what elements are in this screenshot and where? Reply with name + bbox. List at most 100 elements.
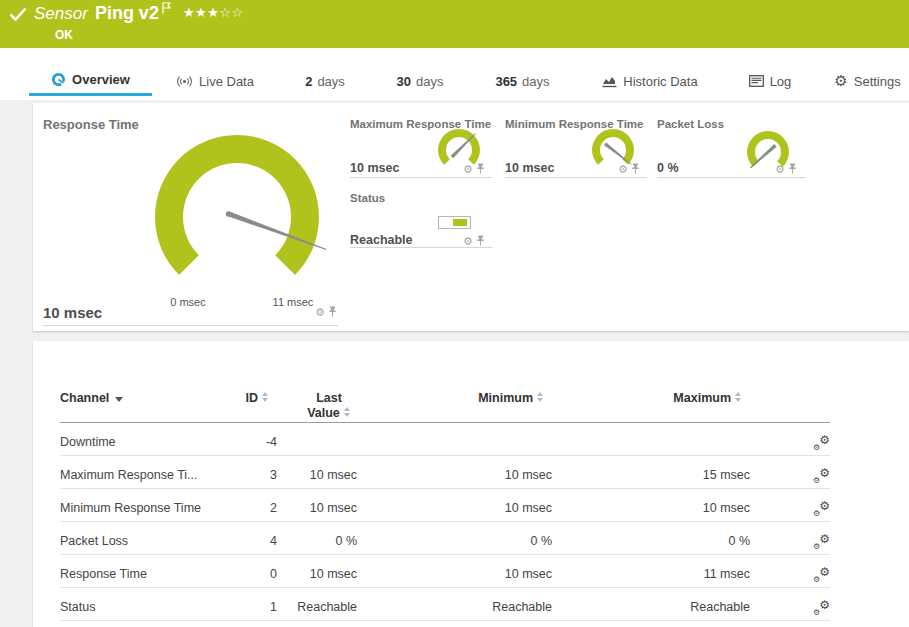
flag-icon[interactable]	[162, 0, 171, 18]
cell: Maximum Response Ti...	[60, 455, 230, 488]
gauge-scale-min: 0 msec	[153, 296, 223, 308]
pin-icon[interactable]	[631, 163, 640, 175]
sort-icon	[537, 392, 544, 402]
table-row[interactable]: Status1ReachableReachableReachable⚙⚙	[60, 587, 830, 620]
caret-down-icon	[115, 397, 123, 402]
tab-live-data[interactable]: Live Data	[160, 66, 270, 96]
channel-settings-button[interactable]: ⚙⚙	[750, 422, 830, 455]
gauges-panel: Response Time 0 msec 11 msec 10 msec ⚙ M…	[33, 103, 909, 331]
gauge-actions: ⚙	[463, 235, 485, 247]
gear-icon[interactable]: ⚙	[463, 164, 473, 175]
cell: 0	[230, 554, 277, 587]
gear-icon[interactable]: ⚙	[618, 164, 628, 175]
cell: 10 msec	[552, 488, 750, 521]
channel-settings-button[interactable]: ⚙⚙	[750, 521, 830, 554]
cell: -4	[230, 422, 277, 455]
channel-settings-button[interactable]: ⚙⚙	[750, 587, 830, 620]
channel-settings-button[interactable]: ⚙⚙	[750, 455, 830, 488]
table-row[interactable]: Packet Loss40 %0 %0 %⚙⚙	[60, 521, 830, 554]
pin-icon[interactable]	[476, 235, 485, 247]
gears-icon: ⚙⚙	[813, 501, 830, 518]
col-header-maximum[interactable]: Maximum	[552, 387, 750, 422]
channels-table: Channel ID Last Value Minimum Maximum Do…	[60, 387, 830, 621]
cell: Status	[60, 587, 230, 620]
tab-historic-data[interactable]: Historic Data	[585, 66, 715, 96]
cell: 0 %	[357, 521, 552, 554]
gauge-title-response-time: Response Time	[43, 117, 139, 132]
gear-icon[interactable]: ⚙	[775, 164, 785, 175]
cell: 10 msec	[277, 455, 357, 488]
channel-settings-button[interactable]: ⚙⚙	[750, 488, 830, 521]
tab-30-days[interactable]: 30days	[375, 66, 465, 96]
cell: 0 %	[552, 521, 750, 554]
pin-icon[interactable]	[788, 163, 797, 175]
pin-icon[interactable]	[476, 163, 485, 175]
cell: 4	[230, 521, 277, 554]
cell: Packet Loss	[60, 521, 230, 554]
cell: Reachable	[552, 587, 750, 620]
cell: 10 msec	[357, 488, 552, 521]
gears-icon: ⚙⚙	[813, 435, 830, 452]
table-row[interactable]: Maximum Response Ti...310 msec10 msec15 …	[60, 455, 830, 488]
col-header-minimum[interactable]: Minimum	[357, 387, 552, 422]
gauge-actions: ⚙	[775, 163, 797, 175]
tab-bar: Overview Live Data 2days 30days 365days …	[0, 48, 909, 100]
cell: 10 msec	[357, 455, 552, 488]
gear-icon[interactable]: ⚙	[315, 307, 325, 318]
cell: Reachable	[277, 587, 357, 620]
channel-settings-button[interactable]: ⚙⚙	[750, 554, 830, 587]
sensor-header: Sensor Ping v2 ★★★☆☆ OK	[0, 0, 909, 48]
cell: 10 msec	[277, 488, 357, 521]
ok-check-icon	[9, 7, 27, 25]
cell: 10 msec	[277, 554, 357, 587]
sort-icon	[344, 407, 351, 417]
cell: Response Time	[60, 554, 230, 587]
sort-icon	[262, 392, 269, 402]
cell: 10 msec	[357, 554, 552, 587]
gauge-icon	[51, 72, 66, 87]
cell	[277, 422, 357, 455]
gauge-actions: ⚙	[315, 306, 337, 318]
gauge-actions: ⚙	[618, 163, 640, 175]
cell	[552, 422, 750, 455]
col-header-channel[interactable]: Channel	[60, 387, 230, 422]
broadcast-icon	[176, 75, 193, 88]
tab-log[interactable]: Log	[725, 66, 815, 96]
star-rating[interactable]: ★★★☆☆	[183, 5, 244, 20]
chart-icon	[602, 75, 617, 88]
tab-365-days[interactable]: 365days	[470, 66, 575, 96]
gears-icon: ⚙⚙	[813, 468, 830, 485]
page-title: Ping v2	[95, 3, 159, 24]
tab-settings[interactable]: ⚙ Settings	[826, 66, 909, 96]
cell: 15 msec	[552, 455, 750, 488]
gears-icon: ⚙⚙	[813, 600, 830, 617]
col-header-last-value[interactable]: Last Value	[277, 387, 357, 422]
cell	[357, 422, 552, 455]
gears-icon: ⚙⚙	[813, 567, 830, 584]
cell: 11 msec	[552, 554, 750, 587]
max-response-value: 10 msec	[350, 161, 399, 175]
gears-icon: ⚙⚙	[813, 534, 830, 551]
gear-icon[interactable]: ⚙	[463, 236, 473, 247]
col-header-id[interactable]: ID	[230, 387, 277, 422]
tab-2-days[interactable]: 2days	[280, 66, 370, 96]
cell: 2	[230, 488, 277, 521]
gauge-actions: ⚙	[463, 163, 485, 175]
table-row[interactable]: Response Time010 msec10 msec11 msec⚙⚙	[60, 554, 830, 587]
gauge-title-packet-loss: Packet Loss	[657, 118, 724, 130]
cell: 0 %	[277, 521, 357, 554]
table-row[interactable]: Downtime-4 ⚙⚙	[60, 422, 830, 455]
table-row[interactable]: Minimum Response Time210 msec10 msec10 m…	[60, 488, 830, 521]
gauge-title-status: Status	[350, 192, 385, 204]
cell: 1	[230, 587, 277, 620]
sort-icon	[735, 392, 742, 402]
sensor-kind-label: Sensor	[34, 4, 88, 24]
cell: Minimum Response Time	[60, 488, 230, 521]
channels-panel: Channel ID Last Value Minimum Maximum Do…	[33, 341, 909, 627]
cell: 3	[230, 455, 277, 488]
cell: Downtime	[60, 422, 230, 455]
response-time-gauge	[137, 117, 337, 317]
pin-icon[interactable]	[328, 306, 337, 318]
status-toggle[interactable]	[438, 216, 471, 229]
tab-overview[interactable]: Overview	[29, 66, 152, 96]
